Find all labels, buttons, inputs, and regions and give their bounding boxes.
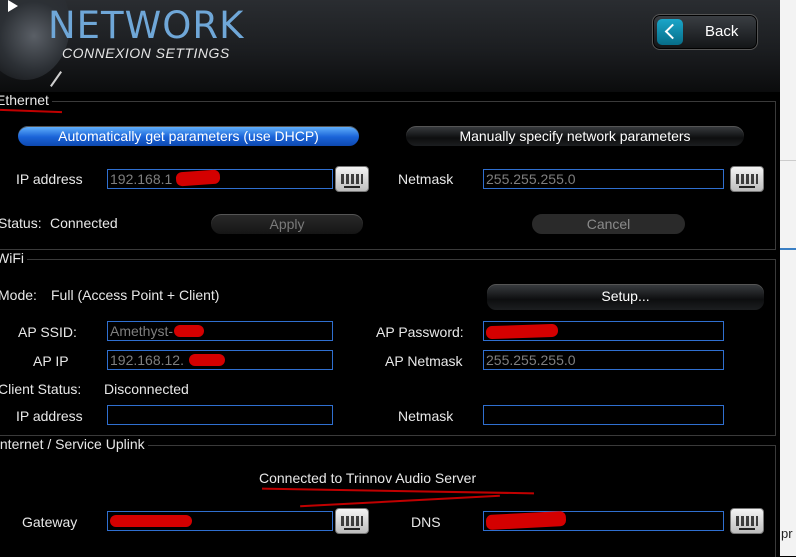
uplink-status-text: Connected to Trinnov Audio Server: [259, 470, 477, 486]
wifi-netmask-field[interactable]: [483, 405, 724, 425]
back-label: Back: [705, 23, 739, 40]
keyboard-icon[interactable]: [730, 166, 764, 192]
ethernet-netmask-label: Netmask: [398, 171, 454, 187]
back-button[interactable]: Back: [652, 14, 758, 50]
ethernet-legend: Ethernet: [0, 92, 52, 108]
ethernet-netmask-field[interactable]: 255.255.255.0: [483, 169, 724, 189]
manual-params-button[interactable]: Manually specify network parameters: [405, 125, 745, 147]
play-icon: [8, 0, 18, 12]
ap-netmask-label: AP Netmask: [385, 353, 463, 369]
ethernet-ip-label: IP address: [16, 171, 83, 187]
client-status-value: Disconnected: [104, 381, 189, 397]
ethernet-status-value: Connected: [50, 215, 118, 231]
redaction-mark: [189, 354, 225, 366]
ap-ssid-label: AP SSID:: [18, 324, 77, 340]
cancel-button[interactable]: Cancel: [531, 213, 686, 235]
background-window-line: [780, 160, 796, 161]
apply-button[interactable]: Apply: [210, 213, 364, 235]
wifi-legend: WiFi: [0, 250, 27, 266]
background-window-strip: [780, 0, 796, 556]
redaction-mark: [110, 515, 192, 527]
gateway-label: Gateway: [22, 514, 78, 530]
background-window-accent: [780, 248, 796, 250]
wifi-setup-button[interactable]: Setup...: [486, 283, 765, 311]
keyboard-icon[interactable]: [335, 166, 369, 192]
ap-password-label: AP Password:: [376, 324, 464, 340]
redaction-mark: [174, 325, 204, 337]
ap-ssid-field[interactable]: Amethyst-: [107, 321, 333, 341]
ap-netmask-field[interactable]: 255.255.255.0: [483, 350, 724, 370]
wifi-mode-value: Full (Access Point + Client): [51, 287, 220, 303]
page-title: NETWORK: [48, 4, 245, 47]
client-status-label: Client Status:: [0, 381, 82, 397]
wifi-ip-field[interactable]: [107, 405, 333, 425]
dhcp-button[interactable]: Automatically get parameters (use DHCP): [17, 125, 360, 147]
keyboard-icon[interactable]: [730, 508, 764, 534]
background-window-text: pr: [781, 526, 793, 541]
uplink-legend: Internet / Service Uplink: [0, 436, 148, 452]
back-chevron-icon: [657, 19, 683, 45]
redaction-mark: [485, 323, 559, 340]
ap-ip-label: AP IP: [33, 353, 69, 369]
ethernet-status-label: Status:: [0, 215, 42, 231]
page-subtitle: CONNEXION SETTINGS: [62, 45, 230, 61]
wifi-ip-label: IP address: [16, 408, 83, 424]
wifi-mode-label: Mode:: [0, 287, 37, 303]
dns-label: DNS: [411, 514, 441, 530]
keyboard-icon[interactable]: [335, 508, 369, 534]
wifi-netmask-label: Netmask: [398, 408, 454, 424]
